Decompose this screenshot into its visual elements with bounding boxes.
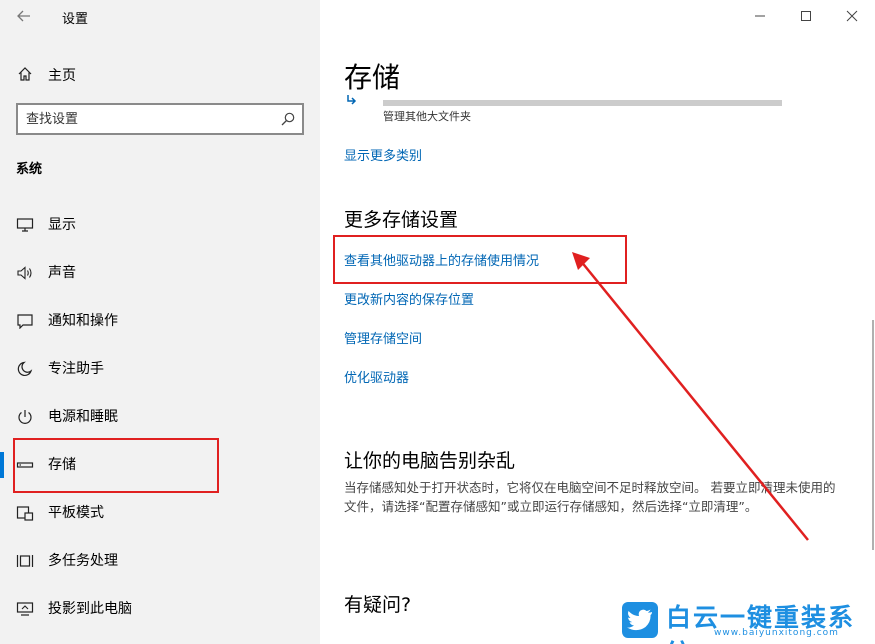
- maximize-button[interactable]: [783, 2, 829, 30]
- app-title: 设置: [62, 12, 89, 27]
- selection-indicator: [0, 452, 4, 478]
- more-storage-settings-heading: 更多存储设置: [344, 209, 459, 231]
- folder-icon: [346, 94, 364, 108]
- watermark: 白云一键重装系统 www.baiyunxitong.com: [622, 598, 872, 644]
- sidebar-item-notifications[interactable]: 通知和操作: [0, 300, 320, 340]
- maximize-icon: [801, 11, 811, 21]
- sidebar-item-project-to-pc[interactable]: 投影到此电脑: [0, 588, 320, 628]
- tablet-icon: [16, 504, 34, 522]
- show-more-categories-link[interactable]: 显示更多类别: [344, 145, 422, 164]
- close-button[interactable]: [829, 2, 875, 30]
- sidebar-item-multitasking[interactable]: 多任务处理: [0, 540, 320, 580]
- section-label-system: 系统: [16, 162, 43, 177]
- scrollbar[interactable]: [872, 320, 874, 550]
- monitor-icon: [16, 216, 34, 234]
- minimize-button[interactable]: [737, 2, 783, 30]
- sidebar-item-power-sleep[interactable]: 电源和睡眠: [0, 396, 320, 436]
- sidebar-item-label: 显示: [48, 217, 76, 233]
- sidebar-item-tablet-mode[interactable]: 平板模式: [0, 492, 320, 532]
- optimize-drives-link[interactable]: 优化驱动器: [344, 367, 409, 386]
- back-button[interactable]: [10, 4, 38, 28]
- minimize-icon: [755, 15, 765, 17]
- declutter-description: 当存储感知处于打开状态时，它将仅在电脑空间不足时释放空间。 若要立即清理未使用的…: [344, 480, 836, 514]
- speaker-icon: [16, 264, 34, 282]
- page-title: 存储: [344, 61, 401, 94]
- sidebar-item-label: 专注助手: [48, 361, 104, 377]
- sidebar-item-sound[interactable]: 声音: [0, 252, 320, 292]
- sidebar-item-label: 投影到此电脑: [48, 601, 132, 617]
- bird-logo-icon: [622, 602, 658, 638]
- questions-heading: 有疑问?: [344, 594, 412, 616]
- project-icon: [16, 600, 34, 618]
- main-content: 存储 管理其他大文件夹 显示更多类别 更多存储设置 查看其他驱动器上的存储使用情…: [320, 0, 875, 644]
- sidebar-item-focus-assist[interactable]: 专注助手: [0, 348, 320, 388]
- declutter-heading: 让你的电脑告别杂乱: [344, 450, 516, 472]
- back-arrow-icon: [17, 10, 30, 22]
- annotation-box-link: [333, 235, 627, 284]
- sidebar-item-label: 电源和睡眠: [48, 409, 118, 425]
- close-icon: [846, 10, 858, 22]
- multitask-icon: [16, 552, 34, 570]
- power-icon: [16, 408, 34, 426]
- notification-icon: [16, 312, 34, 330]
- moon-icon: [16, 360, 34, 378]
- home-label: 主页: [48, 68, 76, 84]
- sidebar-item-label: 多任务处理: [48, 553, 118, 569]
- manage-storage-spaces-link[interactable]: 管理存储空间: [344, 328, 422, 347]
- change-save-location-link[interactable]: 更改新内容的保存位置: [344, 289, 474, 308]
- title-bar-left: 设置: [0, 0, 320, 34]
- sidebar-item-display[interactable]: 显示: [0, 204, 320, 244]
- sidebar-item-label: 平板模式: [48, 505, 104, 521]
- sidebar: 设置 主页 系统 显示 声音 通知和操作 专注助手: [0, 0, 320, 644]
- storage-usage-bar: [383, 100, 782, 106]
- storage-bar-label: 管理其他大文件夹: [383, 110, 471, 123]
- sidebar-item-label: 通知和操作: [48, 313, 118, 329]
- home-icon: [17, 66, 33, 82]
- search-box[interactable]: [16, 103, 304, 135]
- sidebar-item-label: 声音: [48, 265, 76, 281]
- search-icon[interactable]: [280, 111, 296, 127]
- watermark-url: www.baiyunxitong.com: [714, 628, 839, 638]
- sidebar-item-home[interactable]: 主页: [0, 58, 320, 90]
- search-input[interactable]: [26, 110, 266, 128]
- annotation-box-storage: [13, 438, 219, 493]
